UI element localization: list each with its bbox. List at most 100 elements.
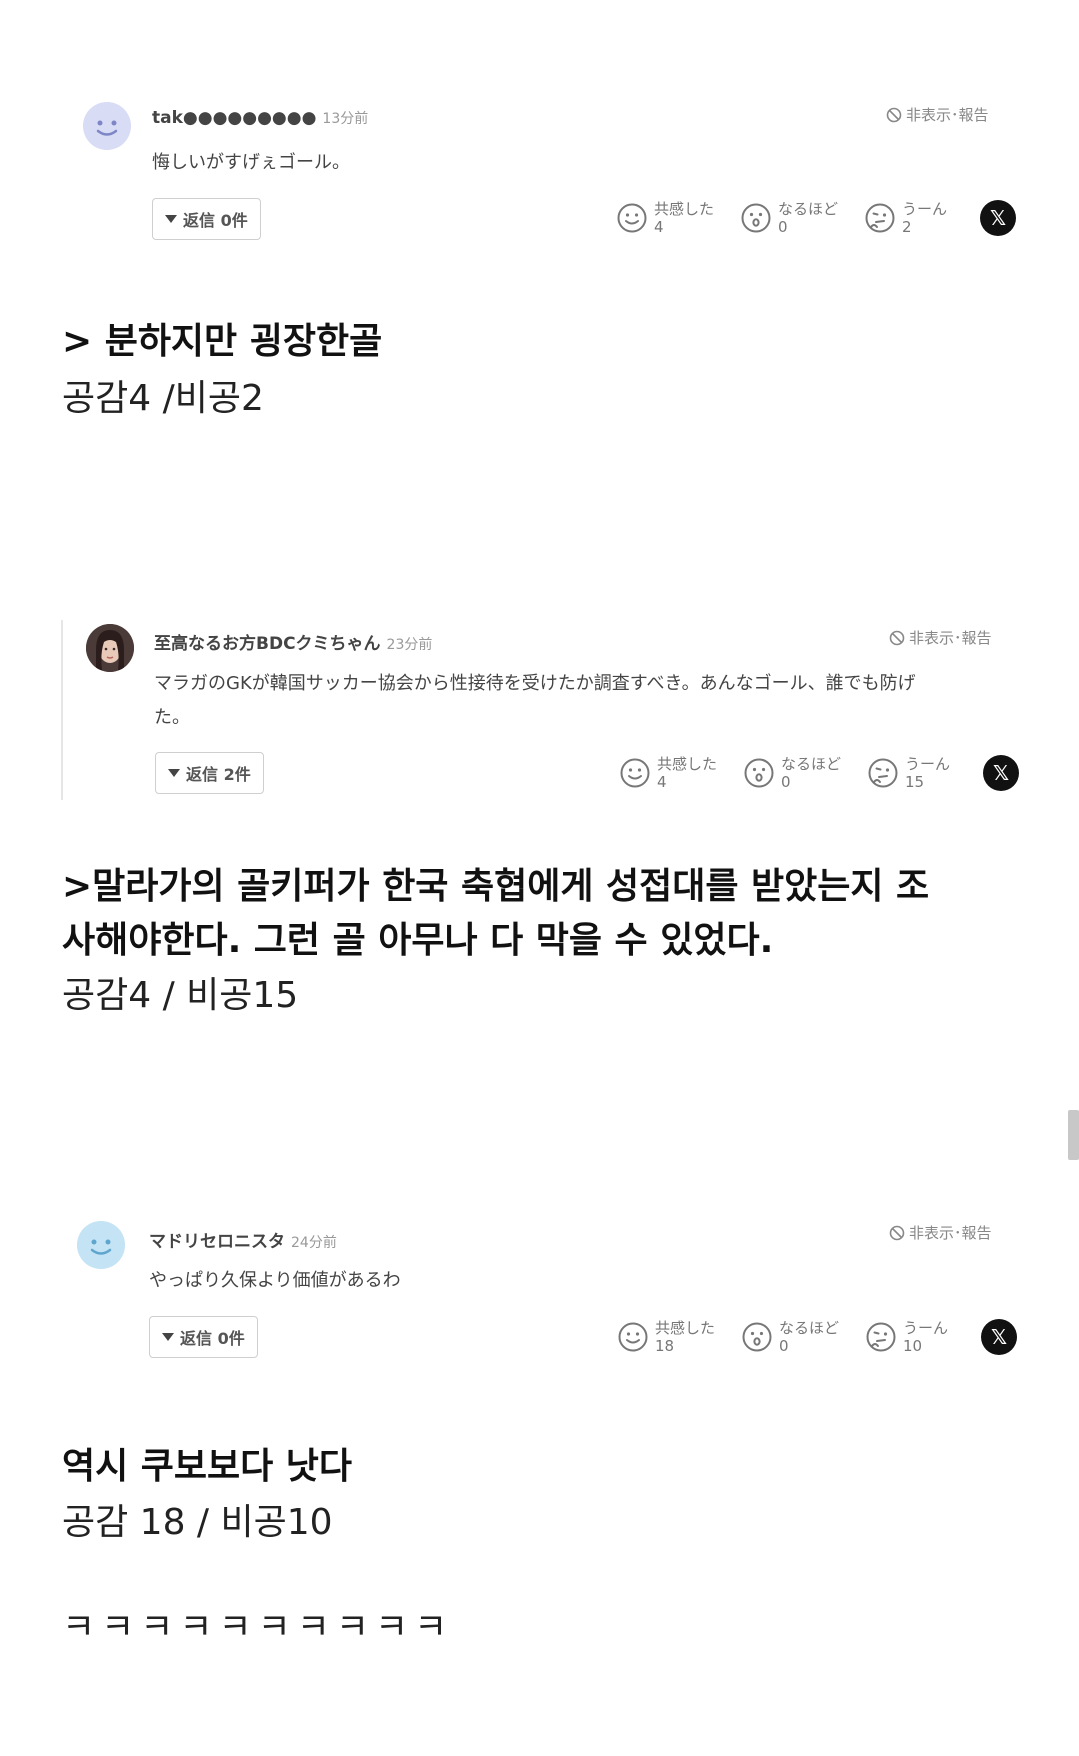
username[interactable]: tak●●●●●●●●● 13分前 [152, 108, 368, 128]
reaction-bar: 共感した 18 なるほど 0 うーん 10 𝕏 [617, 1319, 1017, 1355]
comment-text: マラガのGKが韓国サッカー協会から性接待を受けたか調査すべき。あんなゴール、誰で… [154, 667, 1014, 735]
timestamp: 23分前 [386, 637, 433, 653]
hide-report-label[interactable]: 非表示･報告 [906, 104, 989, 125]
username-text[interactable]: 至高なるお方BDCクミちゃん [154, 634, 381, 654]
reaction-count: 0 [779, 1337, 789, 1355]
hide-report-link[interactable]: 非表示･報告 [889, 627, 992, 648]
x-share-button[interactable]: 𝕏 [983, 755, 1019, 791]
reaction-text: うーん 10 [903, 1319, 948, 1355]
hide-report-label[interactable]: 非表示･報告 [909, 1222, 992, 1243]
x-share-button[interactable]: 𝕏 [981, 1319, 1017, 1355]
reaction-label: なるほど [781, 755, 842, 773]
reaction-text: 共感した 4 [654, 200, 714, 236]
username[interactable]: 至高なるお方BDCクミちゃん 23分前 [154, 629, 432, 654]
reaction-text: うーん 2 [902, 200, 947, 236]
reaction-empathy-button[interactable]: 共感した 4 [616, 200, 740, 236]
surprised-face-icon [742, 1322, 772, 1352]
block-icon [889, 630, 905, 645]
x-logo-icon: 𝕏 [989, 206, 1007, 230]
reaction-count: 10 [903, 1337, 923, 1355]
translation-text: 역시 쿠보보다 낫다 [62, 1446, 353, 1487]
avatar[interactable] [83, 102, 131, 150]
reply-button[interactable]: 返信 2件 [155, 752, 264, 794]
reaction-text: なるほど 0 [778, 200, 838, 236]
thread-divider-line [61, 620, 63, 800]
reaction-label: なるほど [779, 1319, 840, 1337]
reaction-label: うーん [902, 200, 948, 218]
reaction-naruhodo-button[interactable]: なるほど 0 [740, 200, 864, 236]
reaction-count: 0 [778, 218, 788, 236]
x-share-button[interactable]: 𝕏 [980, 200, 1016, 236]
reaction-text: うーん 15 [905, 755, 950, 791]
caret-down-icon [165, 215, 177, 223]
reaction-uun-button[interactable]: うーん 15 [867, 755, 983, 791]
reaction-label: 共感した [655, 1319, 716, 1337]
caret-down-icon [168, 769, 180, 777]
reaction-naruhodo-button[interactable]: なるほど 0 [741, 1319, 865, 1355]
x-logo-icon: 𝕏 [990, 1325, 1008, 1349]
comment-text: 悔しいがすげぇゴール。 [152, 146, 350, 180]
comment-text-line: やっぱり久保より価値があるわ [149, 1270, 401, 1291]
block-icon [889, 1225, 905, 1240]
translation-line: >말라가의 골키퍼가 한국 축협에게 성접대를 받았는지 조 [62, 866, 930, 907]
username-text[interactable]: マドリセロニスタ [149, 1232, 285, 1252]
profile-photo-icon [86, 624, 134, 672]
reply-label[interactable]: 返信 0件 [183, 207, 248, 231]
reply-label[interactable]: 返信 0件 [180, 1325, 245, 1349]
reaction-count: 0 [781, 773, 791, 791]
reaction-empathy-button[interactable]: 共感した 18 [617, 1319, 741, 1355]
reaction-text: 共感した 18 [655, 1319, 715, 1355]
comment-text-line: た。 [154, 707, 190, 728]
reply-button[interactable]: 返信 0件 [152, 198, 261, 240]
hide-report-link[interactable]: 非表示･報告 [886, 104, 989, 125]
reaction-text: なるほど 0 [781, 755, 841, 791]
comment-text: やっぱり久保より価値があるわ [149, 1264, 401, 1298]
reaction-label: うーん [903, 1319, 949, 1337]
translation-text: >말라가의 골키퍼가 한국 축협에게 성접대를 받았는지 조 사해야한다. 그런… [62, 860, 1022, 968]
smile-face-icon [617, 203, 647, 233]
reaction-count: 4 [654, 218, 664, 236]
translation-line: 사해야한다. 그런 골 아무나 다 막을 수 있었다. [62, 920, 774, 961]
hide-report-link[interactable]: 非表示･報告 [889, 1222, 992, 1243]
laughter-text: ㅋㅋㅋㅋㅋㅋㅋㅋㅋㅋ [62, 1607, 454, 1648]
reaction-bar: 共感した 4 なるほど 0 うーん [616, 200, 1016, 236]
reaction-text: 共感した 4 [657, 755, 717, 791]
reaction-empathy-button[interactable]: 共感した 4 [619, 755, 743, 791]
username[interactable]: マドリセロニスタ 24分前 [149, 1227, 337, 1252]
reaction-count: 4 [657, 773, 667, 791]
avatar[interactable] [77, 1221, 125, 1269]
timestamp: 24分前 [291, 1235, 337, 1251]
reply-button[interactable]: 返信 0件 [149, 1316, 258, 1358]
reaction-label: 共感した [654, 200, 715, 218]
reply-label[interactable]: 返信 2件 [186, 761, 251, 785]
reaction-uun-button[interactable]: うーん 10 [865, 1319, 981, 1355]
thinking-face-icon [865, 203, 895, 233]
comment-text-line: マラガのGKが韓国サッカー協会から性接待を受けたか調査すべき。あんなゴール、誰で… [154, 673, 916, 694]
avatar[interactable] [86, 624, 134, 672]
thinking-face-icon [866, 1322, 896, 1352]
smile-face-icon [620, 758, 650, 788]
smile-face-icon [618, 1322, 648, 1352]
hide-report-label[interactable]: 非表示･報告 [909, 627, 992, 648]
surprised-face-icon [744, 758, 774, 788]
surprised-face-icon [741, 203, 771, 233]
block-icon [886, 107, 902, 122]
scrollbar-thumb[interactable] [1068, 1110, 1079, 1160]
reaction-uun-button[interactable]: うーん 2 [864, 200, 980, 236]
vote-summary: 공감4 / 비공15 [62, 975, 299, 1016]
reaction-label: 共感した [657, 755, 718, 773]
x-logo-icon: 𝕏 [992, 761, 1010, 785]
reaction-label: うーん [905, 755, 951, 773]
reaction-count: 15 [905, 773, 925, 791]
smile-avatar-icon [83, 102, 131, 150]
caret-down-icon [162, 1333, 174, 1341]
reaction-naruhodo-button[interactable]: なるほど 0 [743, 755, 867, 791]
reaction-bar: 共感した 4 なるほど 0 うーん [619, 755, 1019, 791]
vote-summary: 공감 18 / 비공10 [62, 1502, 333, 1543]
translation-text: > 분하지만 굉장한골 [62, 321, 383, 362]
thinking-face-icon [868, 758, 898, 788]
username-text[interactable]: tak●●●●●●●●● [152, 108, 316, 128]
reaction-text: なるほど 0 [779, 1319, 839, 1355]
timestamp: 13分前 [322, 111, 369, 127]
reaction-count: 18 [655, 1337, 675, 1355]
